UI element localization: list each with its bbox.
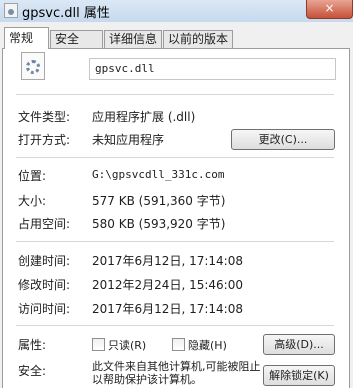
window-title: gpsvc.dll 属性: [22, 6, 110, 21]
opens-with-value: 未知应用程序: [92, 133, 165, 147]
readonly-checkbox[interactable]: [92, 338, 105, 351]
hidden-checkbox[interactable]: [172, 338, 185, 351]
created-label: 创建时间:: [18, 254, 71, 268]
tab-security[interactable]: 安全: [50, 30, 103, 48]
size-on-disk-label: 占用空间:: [18, 217, 71, 231]
accessed-value: 2017年6月12日, 17:14:08: [92, 302, 243, 316]
title-bar: gpsvc.dll 属性 ×: [0, 0, 353, 22]
dll-file-icon: [21, 52, 45, 80]
tab-general[interactable]: 常规: [4, 27, 49, 49]
close-button[interactable]: ×: [306, 0, 353, 19]
created-value: 2017年6月12日, 17:14:08: [92, 254, 243, 268]
opens-with-label: 打开方式:: [18, 133, 71, 147]
size-value: 577 KB (591,360 字节): [92, 194, 226, 208]
gear-icon: [26, 60, 40, 74]
divider: [16, 94, 334, 95]
change-button[interactable]: 更改(C)...: [231, 129, 335, 150]
size-label: 大小:: [18, 194, 47, 208]
security-label: 安全:: [18, 364, 47, 378]
size-on-disk-value: 580 KB (593,920 字节): [92, 217, 226, 231]
modified-label: 修改时间:: [18, 278, 71, 292]
file-name-field[interactable]: gpsvc.dll: [89, 58, 336, 80]
divider: [16, 241, 334, 242]
security-message: 此文件来自其他计算机,可能被阻止以帮助保护该计算机。: [92, 360, 261, 386]
accessed-label: 访问时间:: [18, 302, 71, 316]
tab-details[interactable]: 详细信息: [104, 30, 162, 48]
hidden-label[interactable]: 隐藏(H): [188, 337, 227, 353]
file-type-value: 应用程序扩展 (.dll): [92, 110, 196, 124]
divider: [16, 157, 334, 158]
file-properties-icon: [4, 3, 18, 18]
location-value: G:\gpsvcdll_331c.com: [92, 168, 225, 181]
divider: [16, 325, 334, 326]
readonly-label[interactable]: 只读(R): [108, 337, 146, 353]
file-type-label: 文件类型:: [18, 110, 71, 124]
tab-strip: 常规 安全 详细信息 以前的版本: [0, 22, 353, 49]
tab-previous-versions[interactable]: 以前的版本: [163, 30, 233, 48]
advanced-button[interactable]: 高级(D)...: [263, 334, 335, 355]
dialog-content: 常规 安全 详细信息 以前的版本 gpsvc.dll 文件类型: 应用程序扩展 …: [0, 22, 353, 388]
modified-value: 2012年2月24日, 15:46:00: [92, 278, 243, 292]
unblock-button[interactable]: 解除锁定(K): [263, 365, 335, 386]
attributes-label: 属性:: [18, 338, 47, 352]
location-label: 位置:: [18, 169, 47, 183]
